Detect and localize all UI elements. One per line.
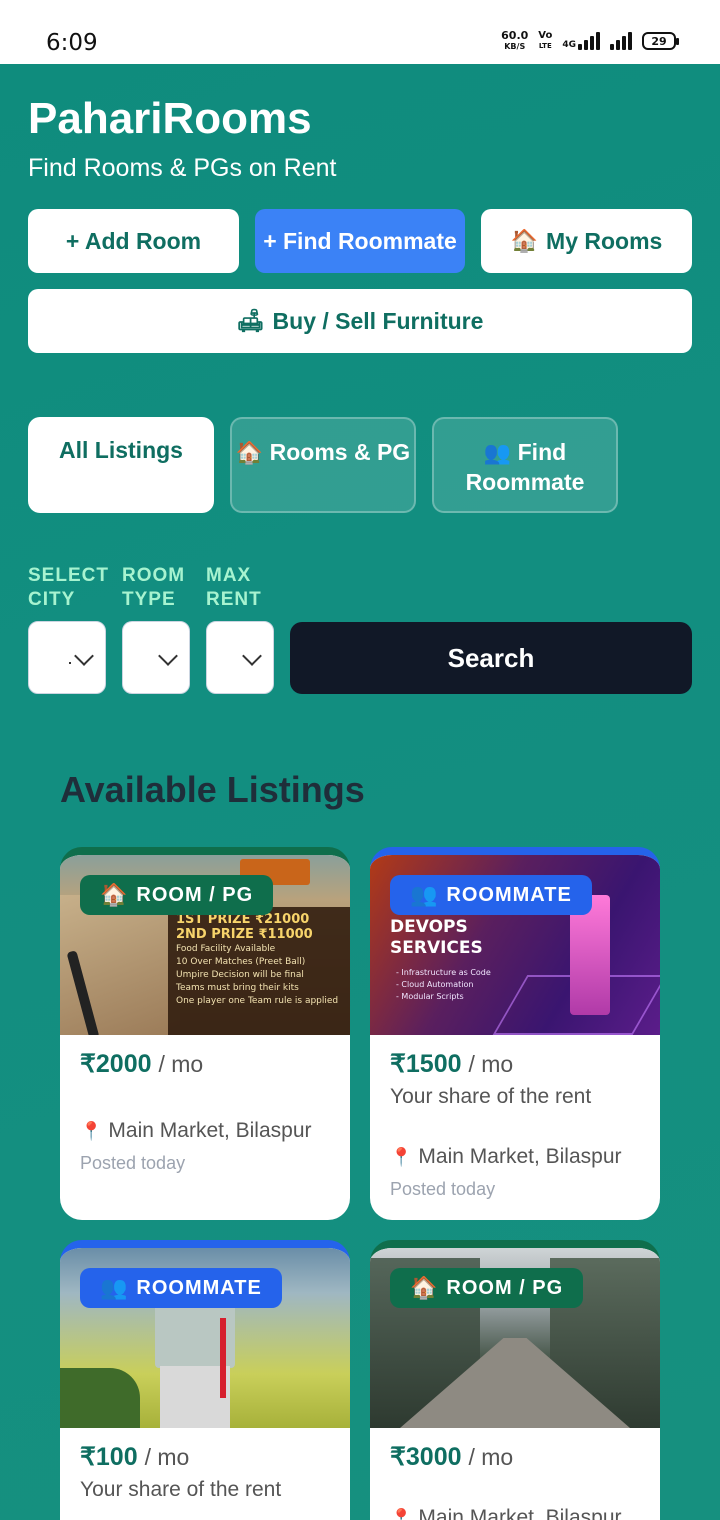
room-type-filter-label: ROOM TYPE xyxy=(122,565,186,610)
listing-card[interactable]: DEVOPS SERVICES - Infrastructure as Code… xyxy=(370,847,660,1220)
people-icon: 👥 xyxy=(410,882,439,908)
app-screen: PahariRooms Find Rooms & PGs on Rent + A… xyxy=(0,64,720,1520)
listings-title: Available Listings xyxy=(60,769,365,810)
city-select[interactable] xyxy=(28,621,106,694)
volte-icon: Vo LTE xyxy=(538,30,553,51)
listing-price: ₹1500 / mo xyxy=(390,1050,514,1078)
brand-title: PahariRooms xyxy=(28,94,312,143)
listing-price: ₹2000 / mo xyxy=(80,1050,204,1078)
listing-card[interactable]: 👥 ROOMMATE ₹100 / mo Your share of the re… xyxy=(60,1240,350,1520)
max-rent-filter-label: MAX RENT xyxy=(206,565,262,610)
listing-location: 📍 Main Market, Bilaspur xyxy=(390,1506,640,1520)
poster-text: 1ST PRIZE ₹21000 2ND PRIZE ₹11000 Food F… xyxy=(168,907,350,1035)
city-filter-label: SELECT CITY xyxy=(28,565,109,610)
listing-image: 👥 ROOMMATE xyxy=(60,1248,350,1428)
house-icon: 🏠 xyxy=(235,441,264,466)
listing-share-note: Your share of the rent xyxy=(80,1478,282,1501)
listing-type-badge: 👥 ROOMMATE xyxy=(390,875,592,915)
status-icons: 60.0 KB/S Vo LTE 4G 29 xyxy=(501,29,679,52)
signal-4g-icon: 4G xyxy=(562,32,600,50)
listing-location: 📍 Main Market, Bilaspur xyxy=(390,1145,622,1168)
poster-text: DEVOPS SERVICES xyxy=(390,917,483,958)
buy-sell-furniture-button[interactable]: 🛋 Buy / Sell Furniture xyxy=(28,289,692,353)
listing-price: ₹100 / mo xyxy=(80,1443,190,1471)
signal-icon xyxy=(610,32,632,50)
chevron-down-icon xyxy=(158,646,178,666)
status-time: 6:09 xyxy=(46,30,98,56)
listing-posted: Posted today xyxy=(390,1179,496,1199)
pin-icon: 📍 xyxy=(80,1120,103,1142)
battery-icon: 29 xyxy=(642,32,679,50)
listing-card[interactable]: 1ST PRIZE ₹21000 2ND PRIZE ₹11000 Food F… xyxy=(60,847,350,1220)
listing-share-note: Your share of the rent xyxy=(390,1085,592,1108)
find-roommate-button[interactable]: + Find Roommate xyxy=(255,209,465,273)
brand-tagline: Find Rooms & PGs on Rent xyxy=(28,154,337,182)
people-icon: 👥 xyxy=(100,1275,129,1301)
listing-type-badge: 👥 ROOMMATE xyxy=(80,1268,282,1308)
house-icon: 🏠 xyxy=(410,1275,439,1301)
network-speed: 60.0 KB/S xyxy=(501,29,529,51)
chevron-down-icon xyxy=(242,646,262,666)
pin-icon: 📍 xyxy=(390,1146,413,1168)
listing-image: 1ST PRIZE ₹21000 2ND PRIZE ₹11000 Food F… xyxy=(60,855,350,1035)
listing-price: ₹3000 / mo xyxy=(390,1443,514,1471)
people-icon: 👥 xyxy=(483,441,512,466)
search-button[interactable]: Search xyxy=(290,622,692,694)
listing-posted: Posted today xyxy=(80,1153,186,1173)
chevron-down-icon xyxy=(74,646,94,666)
sofa-icon: 🛋 xyxy=(236,308,265,334)
add-room-button[interactable]: + Add Room xyxy=(28,209,239,273)
tab-all-listings[interactable]: All Listings xyxy=(28,417,214,513)
listing-image: 🏠 ROOM / PG xyxy=(370,1248,660,1428)
max-rent-select[interactable] xyxy=(206,621,274,694)
house-icon: 🏠 xyxy=(100,882,129,908)
tab-find-roommate[interactable]: 👥 Find Roommate xyxy=(432,417,618,513)
listing-type-badge: 🏠 ROOM / PG xyxy=(390,1268,584,1308)
listing-card[interactable]: 🏠 ROOM / PG ₹3000 / mo 📍 Main Market, Bila… xyxy=(370,1240,660,1520)
tab-rooms-pg[interactable]: 🏠 Rooms & PG xyxy=(230,417,416,513)
listing-location: 📍 Main Market, Bilaspur xyxy=(80,1119,312,1142)
house-icon: 🏠 xyxy=(510,228,539,254)
my-rooms-button[interactable]: 🏠 My Rooms xyxy=(481,209,692,273)
status-bar: 6:09 60.0 KB/S Vo LTE 4G 29 xyxy=(0,0,720,64)
pin-icon: 📍 xyxy=(390,1507,413,1520)
listing-type-badge: 🏠 ROOM / PG xyxy=(80,875,274,915)
listing-image: DEVOPS SERVICES - Infrastructure as Code… xyxy=(370,855,660,1035)
room-type-select[interactable] xyxy=(122,621,190,694)
